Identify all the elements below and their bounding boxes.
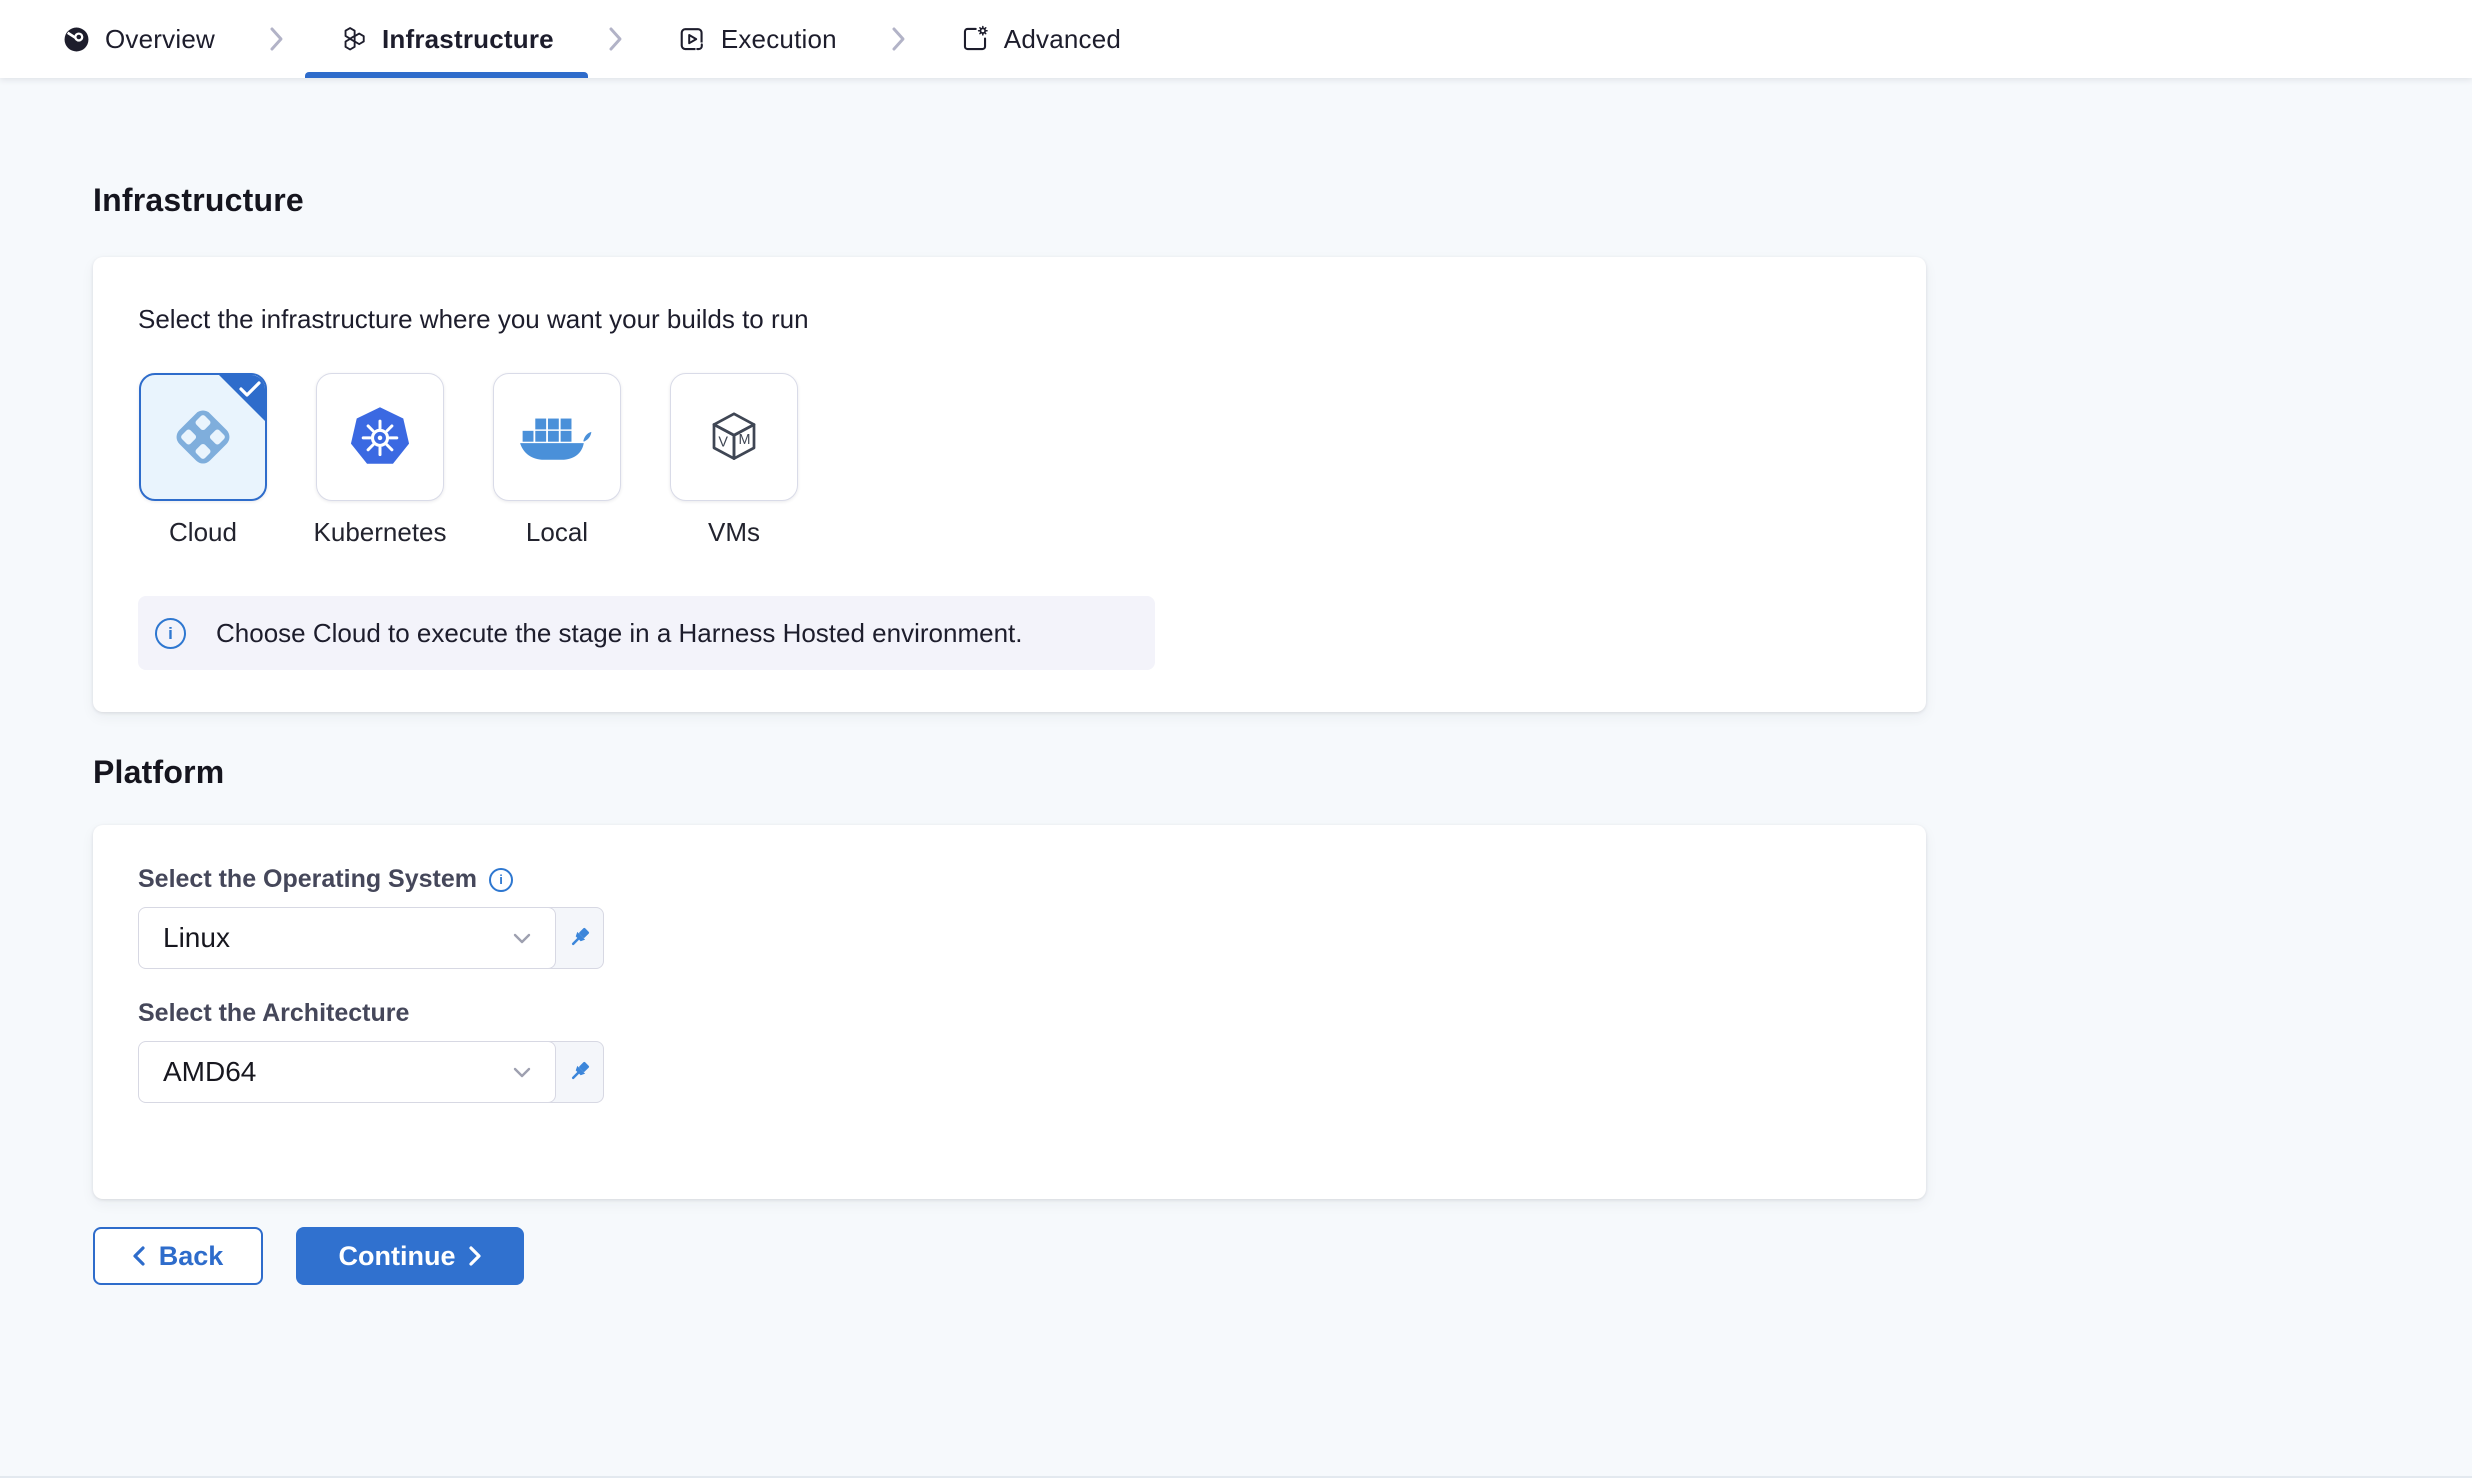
- infrastructure-prompt: Select the infrastructure where you want…: [138, 304, 1881, 335]
- tab-infrastructure[interactable]: Infrastructure: [331, 0, 562, 78]
- chevron-down-icon: [513, 933, 531, 944]
- architecture-select[interactable]: AMD64: [138, 1041, 556, 1103]
- platform-card: Select the Operating System i Linux: [93, 825, 1926, 1199]
- svg-text:M: M: [739, 432, 751, 448]
- infra-option-kubernetes-tile[interactable]: [316, 373, 444, 501]
- chevron-left-icon: [133, 1246, 145, 1266]
- pin-icon: [564, 923, 594, 953]
- os-info-icon[interactable]: i: [489, 868, 513, 892]
- info-icon: i: [155, 618, 186, 649]
- architecture-field-label: Select the Architecture: [138, 999, 1881, 1028]
- platform-section-heading: Platform: [93, 712, 2472, 791]
- architecture-select-row: AMD64: [138, 1041, 604, 1103]
- vm-cube-icon: V M: [702, 405, 766, 469]
- back-button-label: Back: [159, 1241, 224, 1272]
- tab-advanced[interactable]: Advanced: [953, 0, 1129, 78]
- infra-option-kubernetes-label: Kubernetes: [314, 517, 447, 548]
- infra-option-cloud-tile[interactable]: [139, 373, 267, 501]
- tab-execution[interactable]: Execution: [670, 0, 845, 78]
- tab-execution-label: Execution: [721, 24, 837, 55]
- footer-actions: Back Continue: [93, 1227, 2472, 1285]
- infra-option-local-label: Local: [526, 517, 588, 548]
- chevron-right-separator-icon: [269, 26, 285, 52]
- back-button[interactable]: Back: [93, 1227, 263, 1285]
- advanced-gear-icon: [961, 25, 989, 53]
- stage-content: Infrastructure Select the infrastructure…: [0, 78, 2472, 1285]
- infra-option-kubernetes: Kubernetes: [315, 373, 445, 548]
- check-icon: [239, 381, 261, 398]
- chevron-right-separator-icon: [891, 26, 907, 52]
- infrastructure-hexagons-icon: [339, 25, 367, 53]
- infra-option-cloud: Cloud: [138, 373, 268, 548]
- os-select-row: Linux: [138, 907, 604, 969]
- infrastructure-card: Select the infrastructure where you want…: [93, 257, 1926, 712]
- infrastructure-section-heading: Infrastructure: [93, 78, 2472, 219]
- continue-button[interactable]: Continue: [296, 1227, 524, 1285]
- execution-play-icon: [678, 25, 706, 53]
- tab-overview-label: Overview: [105, 24, 215, 55]
- architecture-field-label-text: Select the Architecture: [138, 999, 409, 1028]
- architecture-select-value: AMD64: [163, 1056, 256, 1088]
- infrastructure-options: Cloud: [138, 373, 1881, 548]
- kubernetes-icon: [345, 402, 415, 472]
- infra-option-cloud-label: Cloud: [169, 517, 237, 548]
- tab-infrastructure-label: Infrastructure: [382, 24, 554, 55]
- svg-text:V: V: [718, 435, 728, 451]
- infra-option-local: Local: [492, 373, 622, 548]
- chevron-down-icon: [513, 1067, 531, 1078]
- tab-advanced-label: Advanced: [1004, 24, 1121, 55]
- stage-tabbar: Overview Infrastructure: [0, 0, 2472, 78]
- overview-icon: [63, 26, 90, 53]
- cloud-info-callout: i Choose Cloud to execute the stage in a…: [138, 596, 1155, 670]
- os-select[interactable]: Linux: [138, 907, 556, 969]
- continue-button-label: Continue: [339, 1241, 456, 1272]
- stage-configuration-page: Overview Infrastructure: [0, 0, 2472, 1478]
- infra-option-local-tile[interactable]: [493, 373, 621, 501]
- chevron-right-icon: [469, 1246, 481, 1266]
- docker-icon: [519, 411, 595, 463]
- active-tab-underline: [305, 72, 588, 78]
- os-select-value: Linux: [163, 922, 230, 954]
- infra-option-vms-label: VMs: [708, 517, 760, 548]
- infra-option-vms-tile[interactable]: V M: [670, 373, 798, 501]
- os-field-label-text: Select the Operating System: [138, 865, 477, 894]
- chevron-right-separator-icon: [608, 26, 624, 52]
- pin-icon: [564, 1057, 594, 1087]
- tab-overview[interactable]: Overview: [55, 0, 223, 78]
- cloud-info-callout-text: Choose Cloud to execute the stage in a H…: [216, 618, 1022, 649]
- infra-option-vms: V M VMs: [669, 373, 799, 548]
- os-field-label: Select the Operating System i: [138, 865, 1881, 894]
